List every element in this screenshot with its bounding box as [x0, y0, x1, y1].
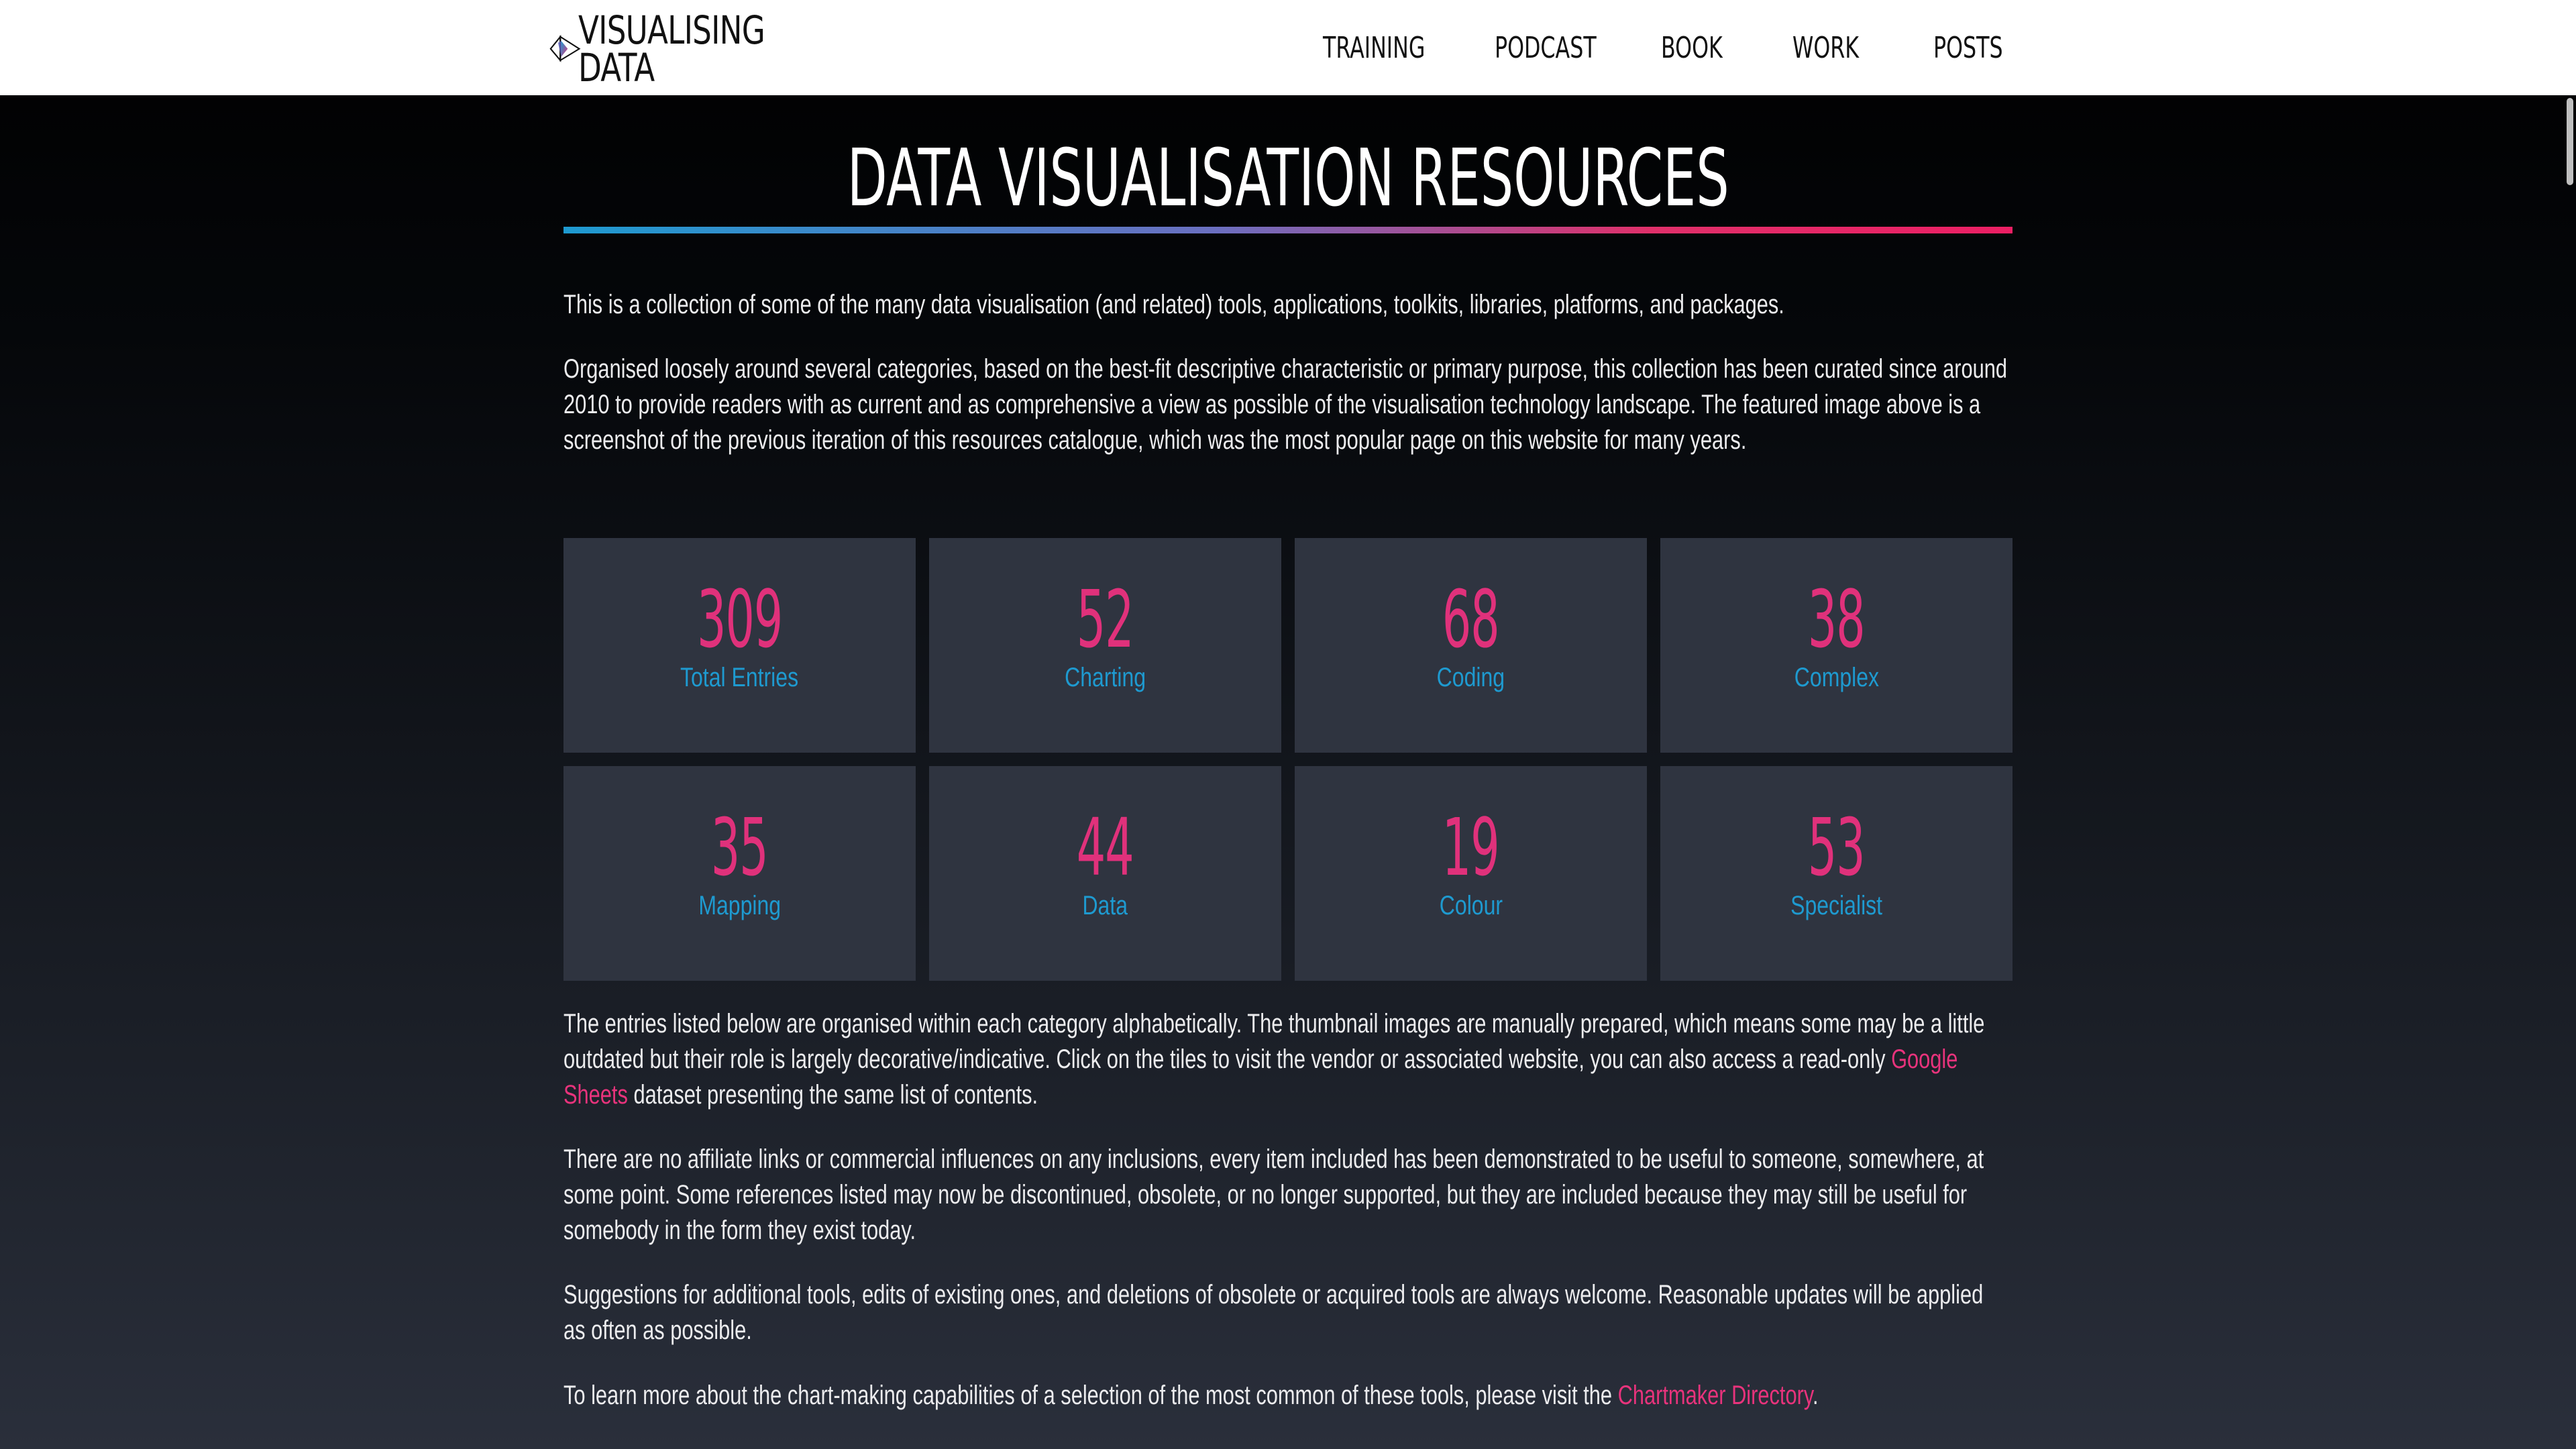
- nav-podcast[interactable]: PODCAST: [1495, 31, 1597, 65]
- title-gradient-rule: [564, 227, 2012, 233]
- body-paragraph-entries: The entries listed below are organised w…: [564, 1006, 2012, 1113]
- tile-label: Charting: [1065, 663, 1146, 692]
- scrollbar-thumb[interactable]: [2567, 98, 2573, 185]
- main-nav: TRAINING PODCAST BOOK WORK POSTS: [0, 0, 2576, 95]
- tile-label: Colour: [1439, 891, 1503, 920]
- tile-specialist[interactable]: 53 Specialist: [1660, 766, 2012, 981]
- text-segment: The entries listed below are organised w…: [564, 1009, 1985, 1074]
- tile-label: Mapping: [698, 891, 781, 920]
- intro-paragraph-2: Organised loosely around several categor…: [564, 352, 2012, 458]
- chartmaker-directory-link[interactable]: Chartmaker Directory: [1618, 1381, 1813, 1410]
- category-tiles: 309 Total Entries 52 Charting 68 Coding …: [564, 538, 2012, 981]
- body-paragraph-suggestions: Suggestions for additional tools, edits …: [564, 1277, 2012, 1348]
- nav-work[interactable]: WORK: [1792, 31, 1859, 65]
- tile-complex[interactable]: 38 Complex: [1660, 538, 2012, 753]
- tile-count: 19: [1442, 801, 1500, 894]
- tile-total-entries[interactable]: 309 Total Entries: [564, 538, 916, 753]
- tile-colour[interactable]: 19 Colour: [1295, 766, 1647, 981]
- tile-label: Specialist: [1790, 891, 1882, 920]
- intro-paragraph-1: This is a collection of some of the many…: [564, 287, 2012, 323]
- body-paragraph-chartmaker: To learn more about the chart-making cap…: [564, 1378, 2012, 1413]
- tile-count: 53: [1808, 801, 1866, 894]
- tile-count: 68: [1442, 573, 1500, 665]
- tile-data[interactable]: 44 Data: [929, 766, 1281, 981]
- nav-book[interactable]: BOOK: [1661, 31, 1723, 65]
- nav-training[interactable]: TRAINING: [1323, 31, 1425, 65]
- tile-label: Complex: [1794, 663, 1879, 692]
- tile-label: Total Entries: [680, 663, 799, 692]
- page-title-text: DATA VISUALISATION RESOURCES: [847, 131, 1729, 224]
- tile-mapping[interactable]: 35 Mapping: [564, 766, 916, 981]
- text-segment: .: [1812, 1381, 1819, 1410]
- tile-charting[interactable]: 52 Charting: [929, 538, 1281, 753]
- tile-label: Coding: [1436, 663, 1505, 692]
- text-segment: dataset presenting the same list of cont…: [627, 1080, 1038, 1110]
- tile-count: 309: [696, 573, 783, 665]
- body-paragraph-entries-text: The entries listed below are organised w…: [564, 1006, 2010, 1113]
- page-title: DATA VISUALISATION RESOURCES: [564, 127, 2012, 228]
- intro-paragraph-1-text: This is a collection of some of the many…: [564, 290, 1784, 319]
- body-paragraph-affiliate: There are no affiliate links or commerci…: [564, 1142, 2012, 1248]
- body-paragraph-suggestions-text: Suggestions for additional tools, edits …: [564, 1280, 1984, 1345]
- tile-count: 35: [711, 801, 769, 894]
- intro-paragraph-2-text: Organised loosely around several categor…: [564, 354, 2008, 455]
- tile-coding[interactable]: 68 Coding: [1295, 538, 1647, 753]
- tile-count: 44: [1077, 801, 1134, 894]
- body-paragraph-chartmaker-text: To learn more about the chart-making cap…: [564, 1378, 2010, 1413]
- nav-posts[interactable]: POSTS: [1933, 31, 2003, 65]
- tile-label: Data: [1082, 891, 1128, 920]
- tile-count: 52: [1077, 573, 1134, 665]
- body-paragraph-affiliate-text: There are no affiliate links or commerci…: [564, 1144, 1984, 1245]
- tile-count: 38: [1808, 573, 1866, 665]
- site-header: VISUALISING DATA TRAINING PODCAST BOOK W…: [0, 0, 2576, 95]
- text-segment: To learn more about the chart-making cap…: [564, 1381, 1618, 1410]
